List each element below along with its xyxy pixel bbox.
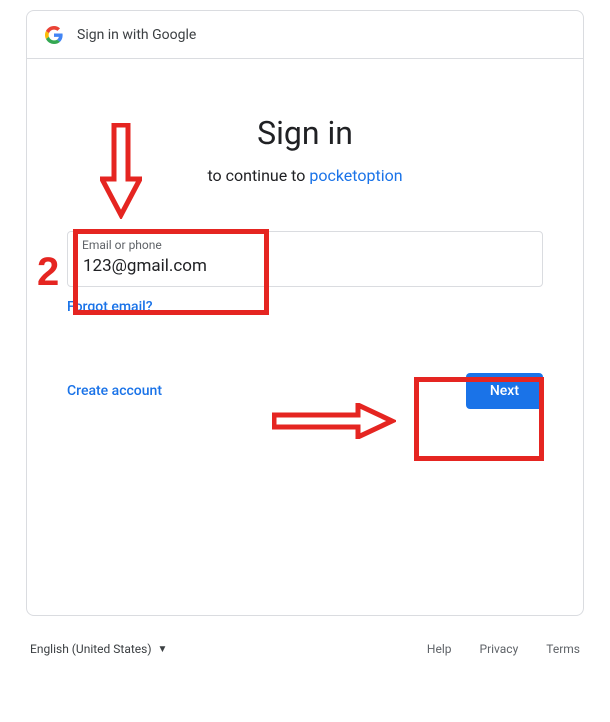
email-field-wrap: Email or phone <box>67 231 543 287</box>
caret-down-icon: ▼ <box>158 644 168 655</box>
page-subtitle: to continue to pocketoption <box>67 166 543 185</box>
email-field[interactable] <box>67 231 543 287</box>
google-icon <box>45 26 63 44</box>
actions-row: Create account Next <box>67 373 543 409</box>
forgot-email-link[interactable]: Forgot email? <box>67 299 153 315</box>
next-button[interactable]: Next <box>466 373 543 409</box>
annotation-step-number: 2 <box>37 250 59 295</box>
card-header: Sign in with Google <box>27 11 583 59</box>
terms-link[interactable]: Terms <box>546 642 580 656</box>
sign-in-card: Sign in with Google Sign in to continue … <box>26 10 584 616</box>
subtitle-prefix: to continue to <box>207 166 309 185</box>
language-selector[interactable]: English (United States) ▼ <box>30 636 167 662</box>
header-title: Sign in with Google <box>77 27 196 43</box>
footer: English (United States) ▼ Help Privacy T… <box>26 636 584 662</box>
footer-links: Help Privacy Terms <box>427 642 580 656</box>
card-body: Sign in to continue to pocketoption Emai… <box>27 114 583 409</box>
app-name-link[interactable]: pocketoption <box>309 166 402 185</box>
page-title: Sign in <box>67 114 543 152</box>
create-account-link[interactable]: Create account <box>67 383 162 399</box>
help-link[interactable]: Help <box>427 642 452 656</box>
privacy-link[interactable]: Privacy <box>480 642 519 656</box>
language-label: English (United States) <box>30 642 152 656</box>
